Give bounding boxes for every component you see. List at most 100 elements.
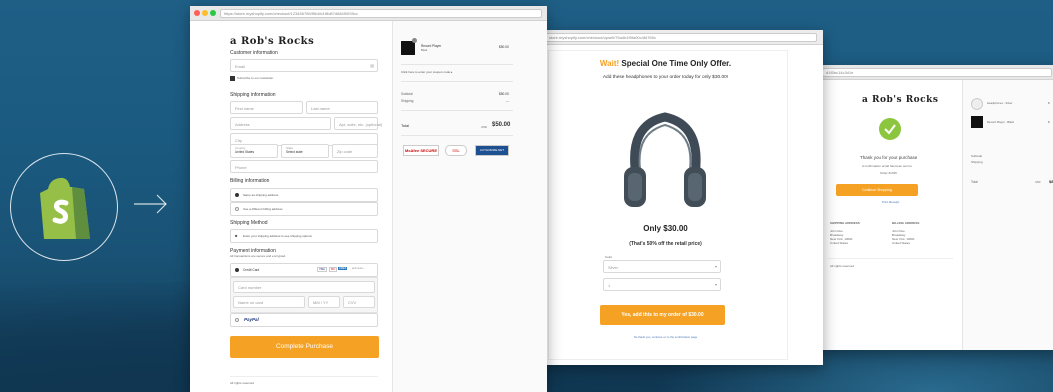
ssl-badge: SSL <box>445 145 467 156</box>
phone-field[interactable]: Phone <box>230 160 378 173</box>
payment-subtitle: All transactions are secure and encrypte… <box>230 254 287 258</box>
address-line: United States <box>892 241 911 245</box>
card-number-field[interactable]: Card number <box>233 281 375 293</box>
credit-card-option[interactable]: Credit Card VISA MC AMEX and more... <box>230 263 378 277</box>
window-titlebar: d1f5bc14c3d1e <box>820 65 1053 80</box>
truck-icon: ■ <box>235 233 238 238</box>
shipping-label: Shipping <box>401 99 414 103</box>
billing-different-option[interactable]: Use a different billing address <box>230 202 378 216</box>
decline-upsell-link[interactable]: No thank you, continue on to the confirm… <box>543 335 788 339</box>
headline-text: Special One Time Only Offer. <box>619 59 732 68</box>
minimize-window-icon[interactable] <box>202 10 208 16</box>
quantity-badge <box>412 38 417 43</box>
shipping-method-title: Shipping Method <box>230 220 268 226</box>
divider <box>230 376 378 377</box>
visa-icon: VISA <box>317 267 327 272</box>
shipping-address-title: SHIPPING ADDRESS <box>830 221 860 225</box>
total-currency: USD <box>481 125 487 129</box>
store-logo: a Rob's Rocks <box>230 36 315 47</box>
billing-info-title: Billing information <box>230 178 270 184</box>
upsell-headline: Wait! Special One Time Only Offer. <box>543 59 788 68</box>
state-select[interactable]: State Select state <box>281 144 329 158</box>
summary-item-name: Record Player - Black <box>987 120 1015 124</box>
cvv-field[interactable]: CVV <box>343 296 375 308</box>
quantity-select[interactable]: 1 ▾ <box>603 278 721 291</box>
complete-purchase-button[interactable]: Complete Purchase <box>230 336 379 358</box>
mcafee-label: McAfee SECURE <box>404 148 437 153</box>
color-select-value: Silver <box>608 265 619 270</box>
upsell-subhead: Add these headphones to your order today… <box>602 75 729 80</box>
name-on-card-field[interactable]: Name on card <box>233 296 305 308</box>
summary-item-price: $ <box>1048 120 1050 124</box>
url-bar[interactable]: https://store.myshopify.com/checkout/123… <box>220 9 542 18</box>
checkout-window: https://store.myshopify.com/checkout/123… <box>190 6 547 392</box>
close-window-icon[interactable] <box>194 10 200 16</box>
zip-field[interactable]: Zip code <box>332 144 378 158</box>
product-thumbnail <box>401 41 415 55</box>
divider <box>401 110 513 111</box>
shipping-address: John Doe Broadway New York, 10001 United… <box>830 229 853 245</box>
radio-selected-icon <box>235 193 239 197</box>
mcafee-secure-badge: McAfee SECURE <box>403 145 439 156</box>
billing-address-title: BILLING ADDRESS <box>892 221 920 225</box>
headphones-image <box>624 112 706 207</box>
product-thumbnail <box>971 98 983 110</box>
shipping-value: — <box>506 99 510 103</box>
coupon-link[interactable]: Click here to enter your coupon code ▸ <box>401 70 452 74</box>
continue-shopping-button[interactable]: Continue Shopping <box>836 184 918 196</box>
quantity-select-value: 1 <box>608 283 611 288</box>
url-bar[interactable]: d1f5bc14c3d1e <box>822 68 1052 77</box>
shipping-method-text: Enter your shipping address to see shipp… <box>243 234 312 238</box>
accept-upsell-button[interactable]: Yes, add this to my order of $30.00 <box>600 305 725 325</box>
apt-field[interactable]: Apt, suite, etc. (optional) <box>334 117 382 130</box>
expiry-field[interactable]: MM / YY <box>308 296 340 308</box>
total-label: Total <box>401 124 410 128</box>
first-name-field[interactable]: First name <box>230 101 303 114</box>
total-value: $50.00 <box>492 122 511 128</box>
address-line: United States <box>830 241 849 245</box>
billing-address: John Doe Broadway New York, 10001 United… <box>892 229 915 245</box>
ssl-label: SSL <box>452 148 460 153</box>
total-label: Total <box>971 180 978 184</box>
thank-you-heading: Thank you for your purchase <box>860 155 918 160</box>
state-value: Select state <box>286 150 303 154</box>
billing-same-label: Same as shipping address <box>243 193 279 197</box>
order-summary-panel: Record Player Black $50.00 Click here to… <box>392 21 547 392</box>
country-select[interactable]: Country United States <box>230 144 278 158</box>
radio-icon <box>235 207 239 211</box>
summary-item-price: $50.00 <box>499 45 509 49</box>
address-field[interactable]: Address <box>230 117 331 130</box>
divider <box>828 258 953 259</box>
summary-item-price: $ <box>1048 101 1050 105</box>
chevron-down-icon: ▾ <box>714 264 717 269</box>
subtotal-value: $50.00 <box>499 92 509 96</box>
credit-card-label: Credit Card <box>243 268 260 272</box>
discount-text: (That's 50% off the retail price) <box>629 241 702 247</box>
summary-item-name: Record Player <box>421 44 442 48</box>
paypal-option[interactable]: PayPal <box>230 313 378 327</box>
country-value: United States <box>235 150 255 154</box>
footer-text: All rights reserved <box>230 381 255 385</box>
window-titlebar: store.myshopify.com/checkout/upsell/75a4… <box>543 30 823 45</box>
email-placeholder: Email <box>235 64 246 69</box>
mastercard-icon: MC <box>329 267 338 272</box>
email-field[interactable]: Email ▤ <box>230 59 378 72</box>
authorize-label: AUTHORIZE.NET <box>479 148 505 152</box>
shipping-info-title: Shipping information <box>230 92 276 98</box>
upsell-window: store.myshopify.com/checkout/upsell/75a4… <box>543 30 823 365</box>
last-name-field[interactable]: Last name <box>306 101 378 114</box>
summary-item-variant: Black <box>421 49 428 52</box>
color-select[interactable]: Silver ▾ <box>603 260 721 273</box>
newsletter-checkbox[interactable] <box>230 76 235 81</box>
amex-icon: AMEX <box>338 267 348 270</box>
radio-selected-icon <box>235 268 239 272</box>
divider <box>401 135 513 136</box>
total-value: $8 <box>1049 179 1053 184</box>
wait-label: Wait! <box>599 59 620 68</box>
maximize-window-icon[interactable] <box>210 10 216 16</box>
url-bar[interactable]: store.myshopify.com/checkout/upsell/75a4… <box>545 33 817 42</box>
store-logo: a Rob's Rocks <box>862 95 939 105</box>
shipping-method-box: ■ Enter your shipping address to see shi… <box>230 229 378 243</box>
billing-same-option[interactable]: Same as shipping address <box>230 188 378 202</box>
print-receipt-link[interactable]: Print Receipt <box>882 200 899 204</box>
